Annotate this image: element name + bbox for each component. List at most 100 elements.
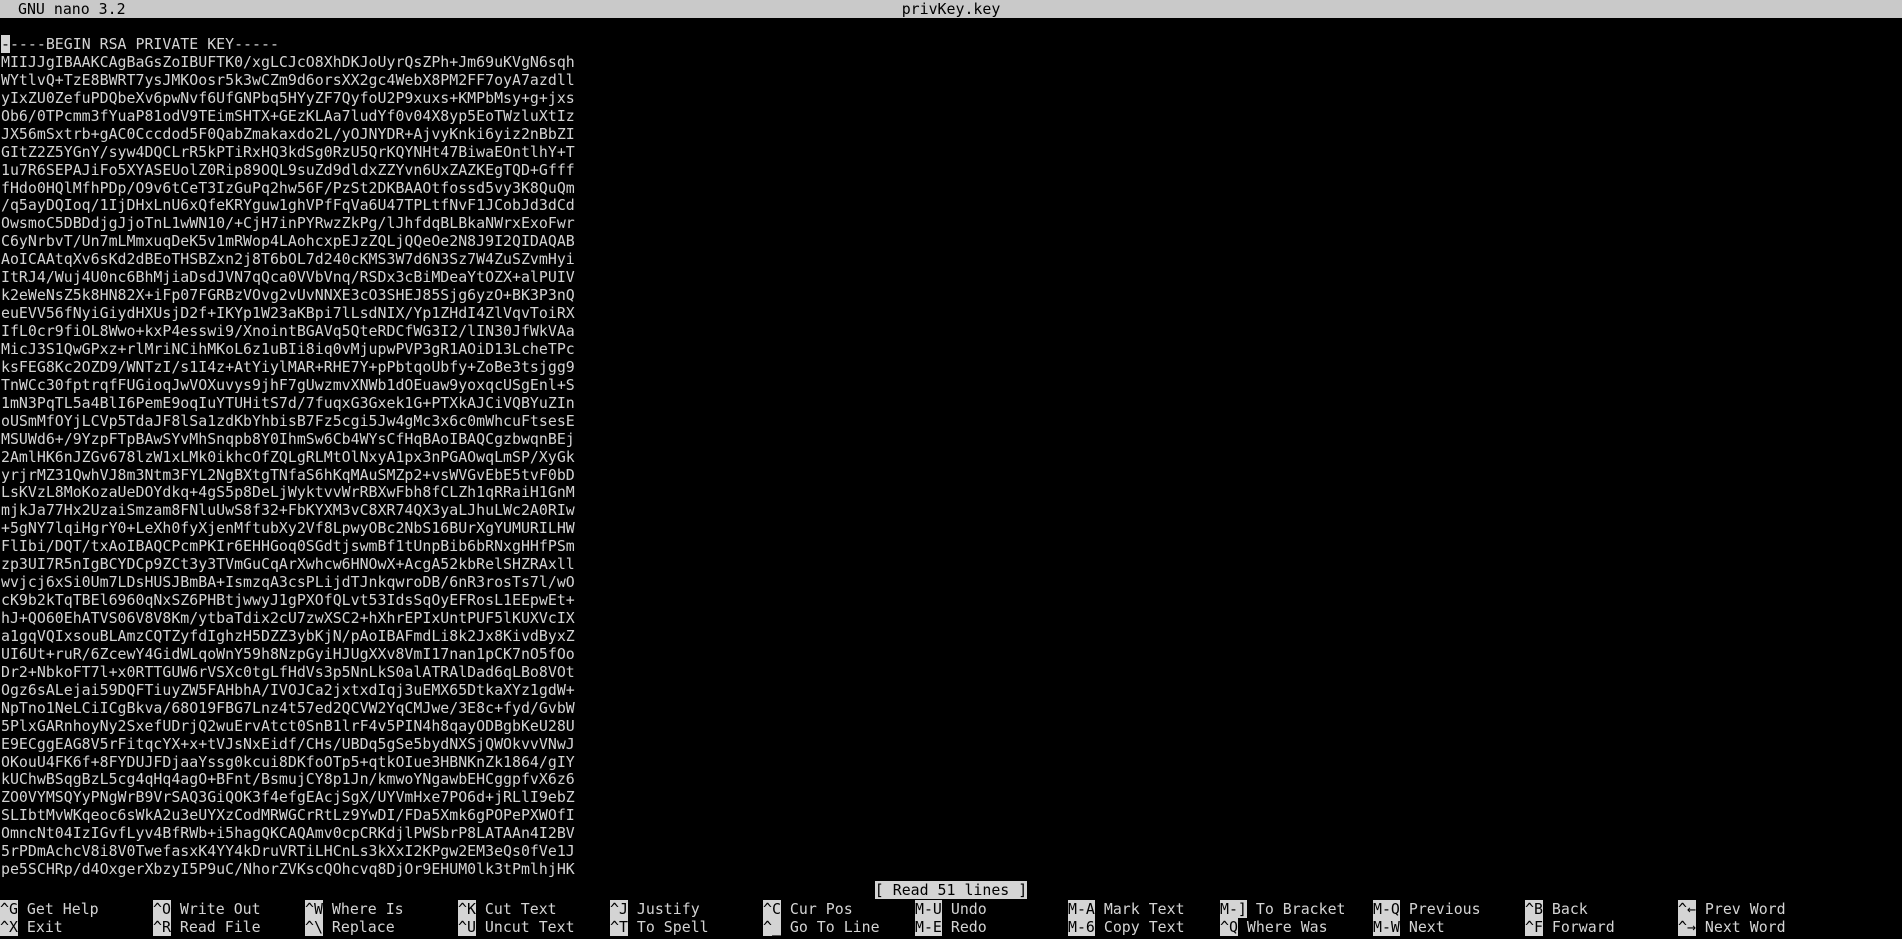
editor-line[interactable]: mjkJa77Hx2UzaiSmzam8FNluUwS8f32+FbKYXM3v… — [1, 501, 575, 520]
editor-line[interactable]: MSUWd6+/9YzpFTpBAwSYvMhSnqpb8Y0IhmSw6Cb4… — [1, 430, 575, 449]
text-cursor: - — [1, 35, 10, 53]
editor-line[interactable]: fHdo0HQlMfhPDp/O9v6tCeT3IzGuPq2hw56F/PzS… — [1, 179, 575, 198]
shortcut-label: Back — [1542, 900, 1588, 918]
editor-line[interactable]: Ogz6sALejai59DQFTiuyZW5FAHbhA/IVOJCa2jxt… — [1, 681, 575, 700]
editor-line[interactable]: 1mN3PqTL5a4BlI6PemE9oqIuYTUHitS7d/7fuqxG… — [1, 394, 575, 413]
editor-line[interactable]: MIIJJgIBAAKCAgBaGsZoIBUFTK0/xgLCJcO8XhDK… — [1, 53, 575, 72]
editor-line[interactable]: hJ+QO60EhATVS06V8V8Km/ytbaTdix2cU7zwXSC2… — [1, 609, 575, 628]
editor-line[interactable]: oUSmMfOYjLCVp5TdaJF8lSa1zdKbYhbisB7Fz5cg… — [1, 412, 575, 431]
shortcut-label: Read File — [170, 918, 261, 936]
editor-line[interactable]: ZO0VYMSQYyPNgWrB9VrSAQ3GiQOK3f4efgEAcjSg… — [1, 788, 575, 807]
editor-line[interactable]: LsKVzL8MoKozaUeDOYdkq+4gS5p8DeLjWyktvvWr… — [1, 483, 575, 502]
shortcut-label: Forward — [1542, 918, 1615, 936]
shortcut-read-file[interactable]: ^R Read File — [153, 918, 261, 936]
shortcut-next[interactable]: M-W Next — [1373, 918, 1445, 936]
editor-line[interactable]: ItRJ4/Wuj4U0nc6BhMjiaDsdJVN7qQca0VVbVnq/… — [1, 268, 575, 287]
editor-line[interactable]: JX56mSxtrb+gAC0Cccdod5F0QabZmakaxdo2L/yO… — [1, 125, 575, 144]
shortcut-next-word[interactable]: ^→ Next Word — [1678, 918, 1786, 936]
editor-line[interactable]: +5gNY7lqiHgrY0+LeXh0fyXjenMftubXy2Vf8Lpw… — [1, 519, 575, 538]
shortcut-key: ^Q — [1220, 918, 1238, 936]
shortcut-label: Copy Text — [1094, 918, 1185, 936]
shortcut-prev-word[interactable]: ^← Prev Word — [1678, 900, 1786, 918]
shortcut-mark-text[interactable]: M-A Mark Text — [1068, 900, 1185, 918]
editor-line[interactable]: Ob6/0TPcmm3fYuaP81odV9TEimSHTX+GEzKLAa7l… — [1, 107, 575, 126]
editor-line[interactable]: SLIbtMvWKqeoc6sWkA2u3eUYXzCodMRWGCrRtLz9… — [1, 806, 575, 825]
shortcut-label: Go To Line — [780, 918, 880, 936]
shortcut-exit[interactable]: ^X Exit — [0, 918, 63, 936]
editor-line[interactable]: MicJ3S1QwGPxz+rlMriNCihMKoL6z1uBIi8iq0vM… — [1, 340, 575, 359]
shortcut-key: ^R — [153, 918, 171, 936]
shortcut-label: Cut Text — [475, 900, 557, 918]
editor-line[interactable]: AoICAAtqXv6sKd2dBEoTHSBZxn2j8T6bOL7d240c… — [1, 250, 575, 269]
editor-line[interactable]: FlIbi/DQT/txAoIBAQCPcmPKIr6EHHGoq0SGdtjs… — [1, 537, 575, 556]
editor-line[interactable]: OmncNt04IzIGvfLyv4BfRWb+i5hagQKCAQAmv0cp… — [1, 824, 575, 843]
editor-line[interactable]: IfL0cr9fiOL8Wwo+kxP4esswi9/XnointBGAVq5Q… — [1, 322, 575, 341]
shortcut-where-was[interactable]: ^Q Where Was — [1220, 918, 1328, 936]
editor-line[interactable]: k2eWeNsZ5k8HN82X+iFp07FGRBzVOvg2vUvNNXE3… — [1, 286, 575, 305]
shortcut-forward[interactable]: ^F Forward — [1525, 918, 1615, 936]
editor-line[interactable]: kUChwBSqgBzL5cg4qHq4agO+BFnt/BsmujCY8p1J… — [1, 770, 575, 789]
editor-line[interactable]: -----BEGIN RSA PRIVATE KEY----- — [1, 35, 575, 54]
editor-line[interactable]: TnWCc30fptrqfFUGioqJwVOXuvys9jhF7gUwzmvX… — [1, 376, 575, 395]
shortcut-key: M-6 — [1068, 918, 1095, 936]
shortcut-uncut-text[interactable]: ^U Uncut Text — [458, 918, 575, 936]
text-editor-area[interactable]: -----BEGIN RSA PRIVATE KEY----- MIIJJgIBA… — [1, 35, 575, 879]
shortcut-justify[interactable]: ^J Justify — [610, 900, 700, 918]
editor-line[interactable]: 5PlxGARnhoyNy2SxefUDrjQ2wuErvAtct0SnB1lr… — [1, 717, 575, 736]
editor-line[interactable]: 5rPDmAchcV8i8V0TwefasxK4YY4kDruVRTiLHCnL… — [1, 842, 575, 861]
editor-line[interactable]: NpTno1NeLCiICgBkva/68O19FBG7Lnz4t57ed2QC… — [1, 699, 575, 718]
editor-line[interactable]: E9ECggEAG8V5rFitqcYX+x+tVJsNxEidf/CHs/UB… — [1, 735, 575, 754]
shortcut-undo[interactable]: M-U Undo — [915, 900, 987, 918]
shortcut-label: Prev Word — [1695, 900, 1786, 918]
editor-line[interactable]: wvjcj6xSi0Um7LDsHUSJBmBA+IsmzqA3csPLijdT… — [1, 573, 575, 592]
shortcut-back[interactable]: ^B Back — [1525, 900, 1588, 918]
shortcut-where-is[interactable]: ^W Where Is — [305, 900, 404, 918]
shortcut-get-help[interactable]: ^G Get Help — [0, 900, 99, 918]
editor-line[interactable]: yrjrMZ31QwhVJ8m3Ntm3FYL2NgBXtgTNfaS6hKqM… — [1, 466, 575, 485]
editor-line[interactable]: UI6Ut+ruR/6ZcewY4GidWLqoWnY59h8NzpGyiHJU… — [1, 645, 575, 664]
editor-line[interactable]: euEVV56fNyiGiydHXUsjD2f+IKYp1W23aKBpi7lL… — [1, 304, 575, 323]
shortcut-to-spell[interactable]: ^T To Spell — [610, 918, 709, 936]
status-bar: [ Read 51 lines ] — [0, 881, 1902, 899]
shortcut-key: ^G — [0, 900, 18, 918]
shortcut-go-to-line[interactable]: ^_ Go To Line — [763, 918, 880, 936]
shortcut-key: M-W — [1373, 918, 1400, 936]
editor-line[interactable]: Dr2+NbkoFT7l+x0RTTGUW6rVSXc0tgLfHdVs3p5N… — [1, 663, 575, 682]
shortcut-to-bracket[interactable]: M-] To Bracket — [1220, 900, 1346, 918]
editor-line[interactable]: GItZ2Z5YGnY/syw4DQCLrR5kPTiRxHQ3kdSg0RzU… — [1, 143, 575, 162]
status-message: [ Read 51 lines ] — [874, 881, 1028, 899]
editor-line[interactable]: pe5SCHRp/d4OxgerXbzyI5P9uC/NhorZVKscQOhc… — [1, 860, 575, 879]
shortcut-replace[interactable]: ^\ Replace — [305, 918, 395, 936]
shortcut-label: Uncut Text — [475, 918, 575, 936]
shortcut-label: Previous — [1399, 900, 1481, 918]
shortcut-label: Mark Text — [1094, 900, 1185, 918]
shortcut-row-1: ^G Get Help ^O Write Out ^W Where Is ^K Cut… — [0, 900, 1902, 918]
editor-line[interactable]: ksFEG8Kc2OZD9/WNTzI/s1I4z+AtYiylMAR+RHE7… — [1, 358, 575, 377]
shortcut-row-2: ^X Exit ^R Read File ^\ Replace ^U Uncut Te… — [0, 918, 1902, 936]
editor-line[interactable]: 1u7R6SEPAJiFo5XYASEUolZ0Rip89OQL9suZd9dl… — [1, 161, 575, 180]
shortcut-redo[interactable]: M-E Redo — [915, 918, 987, 936]
shortcut-write-out[interactable]: ^O Write Out — [153, 900, 261, 918]
shortcut-label: Next — [1399, 918, 1445, 936]
shortcut-key: ^W — [305, 900, 323, 918]
title-bar: privKey.key GNU nano 3.2 — [0, 0, 1902, 18]
editor-line[interactable]: cK9b2kTqTBEl6960qNxSZ6PHBtjwwyJ1gPXOfQLv… — [1, 591, 575, 610]
file-name: privKey.key — [901, 0, 1001, 18]
shortcut-cur-pos[interactable]: ^C Cur Pos — [763, 900, 853, 918]
editor-line[interactable]: /q5ayDQIoq/1IjDHxLnU6xQfeKRYguw1ghVPfFqV… — [1, 196, 575, 215]
editor-line[interactable]: zp3UI7R5nIgBCYDCp9ZCt3y3TVmGuCqArXwhcw6H… — [1, 555, 575, 574]
editor-line[interactable]: OwsmoC5DBDdjgJjoTnL1wWN10/+CjH7inPYRwzZk… — [1, 214, 575, 233]
editor-line[interactable]: yIxZU0ZefuPDQbeXv6pwNvf6UfGNPbq5HYyZF7Qy… — [1, 89, 575, 108]
editor-line[interactable]: a1gqVQIxsouBLAmzCQTZyfdIghzH5DZZ3ybKjN/p… — [1, 627, 575, 646]
editor-line[interactable]: WYtlvQ+TzE8BWRT7ysJMKOosr5k3wCZm9d6orsXX… — [1, 71, 575, 90]
app-version: GNU nano 3.2 — [18, 0, 126, 18]
editor-line[interactable]: 2AmlHK6nJZGv678lzW1xLMk0ikhcOfZQLgRLMtOl… — [1, 448, 575, 467]
editor-line[interactable]: OKouU4FK6f+8FYDUJFDjaaYssg0kcui8DKfoOTp5… — [1, 753, 575, 772]
shortcut-cut-text[interactable]: ^K Cut Text — [458, 900, 557, 918]
shortcut-previous[interactable]: M-Q Previous — [1373, 900, 1481, 918]
editor-line[interactable]: C6yNrbvT/Un7mLMmxuqDeK5v1mRWop4LAohcxpEJ… — [1, 232, 575, 251]
shortcut-key: ^F — [1525, 918, 1543, 936]
shortcut-key: ^→ — [1678, 918, 1696, 936]
shortcut-copy-text[interactable]: M-6 Copy Text — [1068, 918, 1185, 936]
shortcut-key: ^U — [458, 918, 476, 936]
